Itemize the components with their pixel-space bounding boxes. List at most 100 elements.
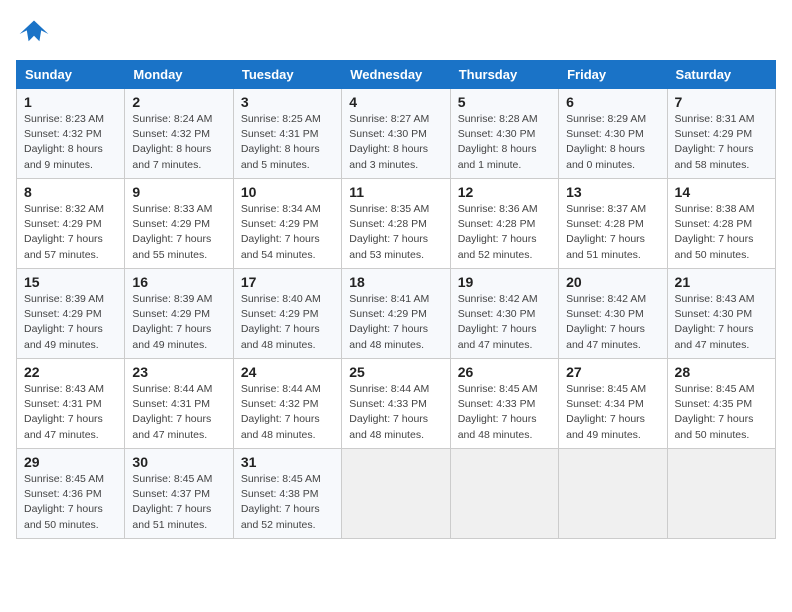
day-number: 31 (241, 454, 334, 470)
calendar-cell: 25 Sunrise: 8:44 AM Sunset: 4:33 PM Dayl… (342, 359, 450, 449)
day-number: 28 (675, 364, 768, 380)
calendar-cell: 26 Sunrise: 8:45 AM Sunset: 4:33 PM Dayl… (450, 359, 558, 449)
day-info: Sunrise: 8:29 AM Sunset: 4:30 PM Dayligh… (566, 112, 659, 173)
calendar-cell: 21 Sunrise: 8:43 AM Sunset: 4:30 PM Dayl… (667, 269, 775, 359)
calendar-cell: 7 Sunrise: 8:31 AM Sunset: 4:29 PM Dayli… (667, 89, 775, 179)
calendar-week-3: 15 Sunrise: 8:39 AM Sunset: 4:29 PM Dayl… (17, 269, 776, 359)
day-info: Sunrise: 8:45 AM Sunset: 4:37 PM Dayligh… (132, 472, 225, 533)
day-number: 5 (458, 94, 551, 110)
header-saturday: Saturday (667, 61, 775, 89)
day-number: 23 (132, 364, 225, 380)
day-number: 27 (566, 364, 659, 380)
calendar-cell: 14 Sunrise: 8:38 AM Sunset: 4:28 PM Dayl… (667, 179, 775, 269)
logo (16, 16, 56, 52)
day-number: 20 (566, 274, 659, 290)
day-number: 13 (566, 184, 659, 200)
day-number: 7 (675, 94, 768, 110)
day-number: 3 (241, 94, 334, 110)
day-number: 2 (132, 94, 225, 110)
day-number: 22 (24, 364, 117, 380)
calendar-cell: 18 Sunrise: 8:41 AM Sunset: 4:29 PM Dayl… (342, 269, 450, 359)
calendar-header-row: SundayMondayTuesdayWednesdayThursdayFrid… (17, 61, 776, 89)
day-info: Sunrise: 8:45 AM Sunset: 4:36 PM Dayligh… (24, 472, 117, 533)
calendar-cell: 2 Sunrise: 8:24 AM Sunset: 4:32 PM Dayli… (125, 89, 233, 179)
day-info: Sunrise: 8:40 AM Sunset: 4:29 PM Dayligh… (241, 292, 334, 353)
calendar-week-2: 8 Sunrise: 8:32 AM Sunset: 4:29 PM Dayli… (17, 179, 776, 269)
calendar-cell: 4 Sunrise: 8:27 AM Sunset: 4:30 PM Dayli… (342, 89, 450, 179)
day-info: Sunrise: 8:31 AM Sunset: 4:29 PM Dayligh… (675, 112, 768, 173)
calendar-cell: 28 Sunrise: 8:45 AM Sunset: 4:35 PM Dayl… (667, 359, 775, 449)
day-number: 30 (132, 454, 225, 470)
header-sunday: Sunday (17, 61, 125, 89)
day-info: Sunrise: 8:32 AM Sunset: 4:29 PM Dayligh… (24, 202, 117, 263)
calendar-cell: 24 Sunrise: 8:44 AM Sunset: 4:32 PM Dayl… (233, 359, 341, 449)
calendar-cell: 10 Sunrise: 8:34 AM Sunset: 4:29 PM Dayl… (233, 179, 341, 269)
header-monday: Monday (125, 61, 233, 89)
day-number: 1 (24, 94, 117, 110)
calendar-cell: 22 Sunrise: 8:43 AM Sunset: 4:31 PM Dayl… (17, 359, 125, 449)
calendar-cell: 29 Sunrise: 8:45 AM Sunset: 4:36 PM Dayl… (17, 449, 125, 539)
day-info: Sunrise: 8:42 AM Sunset: 4:30 PM Dayligh… (458, 292, 551, 353)
calendar-cell (450, 449, 558, 539)
day-info: Sunrise: 8:45 AM Sunset: 4:35 PM Dayligh… (675, 382, 768, 443)
day-number: 4 (349, 94, 442, 110)
calendar-week-4: 22 Sunrise: 8:43 AM Sunset: 4:31 PM Dayl… (17, 359, 776, 449)
day-number: 19 (458, 274, 551, 290)
calendar-cell: 3 Sunrise: 8:25 AM Sunset: 4:31 PM Dayli… (233, 89, 341, 179)
day-info: Sunrise: 8:35 AM Sunset: 4:28 PM Dayligh… (349, 202, 442, 263)
logo-icon (16, 16, 52, 52)
day-info: Sunrise: 8:39 AM Sunset: 4:29 PM Dayligh… (24, 292, 117, 353)
day-info: Sunrise: 8:44 AM Sunset: 4:32 PM Dayligh… (241, 382, 334, 443)
calendar-cell: 16 Sunrise: 8:39 AM Sunset: 4:29 PM Dayl… (125, 269, 233, 359)
calendar-week-1: 1 Sunrise: 8:23 AM Sunset: 4:32 PM Dayli… (17, 89, 776, 179)
day-number: 18 (349, 274, 442, 290)
header-friday: Friday (559, 61, 667, 89)
day-number: 26 (458, 364, 551, 380)
calendar-cell: 9 Sunrise: 8:33 AM Sunset: 4:29 PM Dayli… (125, 179, 233, 269)
day-number: 11 (349, 184, 442, 200)
calendar-cell: 15 Sunrise: 8:39 AM Sunset: 4:29 PM Dayl… (17, 269, 125, 359)
calendar-cell: 5 Sunrise: 8:28 AM Sunset: 4:30 PM Dayli… (450, 89, 558, 179)
day-info: Sunrise: 8:45 AM Sunset: 4:33 PM Dayligh… (458, 382, 551, 443)
calendar-cell: 11 Sunrise: 8:35 AM Sunset: 4:28 PM Dayl… (342, 179, 450, 269)
day-info: Sunrise: 8:34 AM Sunset: 4:29 PM Dayligh… (241, 202, 334, 263)
page-header (16, 16, 776, 52)
day-info: Sunrise: 8:44 AM Sunset: 4:31 PM Dayligh… (132, 382, 225, 443)
day-info: Sunrise: 8:43 AM Sunset: 4:30 PM Dayligh… (675, 292, 768, 353)
header-thursday: Thursday (450, 61, 558, 89)
day-info: Sunrise: 8:33 AM Sunset: 4:29 PM Dayligh… (132, 202, 225, 263)
day-number: 8 (24, 184, 117, 200)
day-info: Sunrise: 8:44 AM Sunset: 4:33 PM Dayligh… (349, 382, 442, 443)
calendar-cell: 1 Sunrise: 8:23 AM Sunset: 4:32 PM Dayli… (17, 89, 125, 179)
calendar-week-5: 29 Sunrise: 8:45 AM Sunset: 4:36 PM Dayl… (17, 449, 776, 539)
day-info: Sunrise: 8:41 AM Sunset: 4:29 PM Dayligh… (349, 292, 442, 353)
day-number: 15 (24, 274, 117, 290)
calendar-cell: 23 Sunrise: 8:44 AM Sunset: 4:31 PM Dayl… (125, 359, 233, 449)
calendar-cell: 30 Sunrise: 8:45 AM Sunset: 4:37 PM Dayl… (125, 449, 233, 539)
day-info: Sunrise: 8:37 AM Sunset: 4:28 PM Dayligh… (566, 202, 659, 263)
header-wednesday: Wednesday (342, 61, 450, 89)
calendar-cell: 19 Sunrise: 8:42 AM Sunset: 4:30 PM Dayl… (450, 269, 558, 359)
day-info: Sunrise: 8:24 AM Sunset: 4:32 PM Dayligh… (132, 112, 225, 173)
day-info: Sunrise: 8:43 AM Sunset: 4:31 PM Dayligh… (24, 382, 117, 443)
day-number: 17 (241, 274, 334, 290)
calendar-cell: 8 Sunrise: 8:32 AM Sunset: 4:29 PM Dayli… (17, 179, 125, 269)
day-number: 9 (132, 184, 225, 200)
calendar-cell (559, 449, 667, 539)
day-number: 24 (241, 364, 334, 380)
calendar-cell: 27 Sunrise: 8:45 AM Sunset: 4:34 PM Dayl… (559, 359, 667, 449)
day-info: Sunrise: 8:36 AM Sunset: 4:28 PM Dayligh… (458, 202, 551, 263)
day-number: 6 (566, 94, 659, 110)
day-info: Sunrise: 8:38 AM Sunset: 4:28 PM Dayligh… (675, 202, 768, 263)
day-info: Sunrise: 8:25 AM Sunset: 4:31 PM Dayligh… (241, 112, 334, 173)
calendar-cell: 6 Sunrise: 8:29 AM Sunset: 4:30 PM Dayli… (559, 89, 667, 179)
day-info: Sunrise: 8:23 AM Sunset: 4:32 PM Dayligh… (24, 112, 117, 173)
calendar-cell (342, 449, 450, 539)
calendar-cell: 13 Sunrise: 8:37 AM Sunset: 4:28 PM Dayl… (559, 179, 667, 269)
day-info: Sunrise: 8:27 AM Sunset: 4:30 PM Dayligh… (349, 112, 442, 173)
day-number: 12 (458, 184, 551, 200)
calendar-cell: 17 Sunrise: 8:40 AM Sunset: 4:29 PM Dayl… (233, 269, 341, 359)
calendar-cell: 12 Sunrise: 8:36 AM Sunset: 4:28 PM Dayl… (450, 179, 558, 269)
day-number: 29 (24, 454, 117, 470)
day-info: Sunrise: 8:45 AM Sunset: 4:38 PM Dayligh… (241, 472, 334, 533)
